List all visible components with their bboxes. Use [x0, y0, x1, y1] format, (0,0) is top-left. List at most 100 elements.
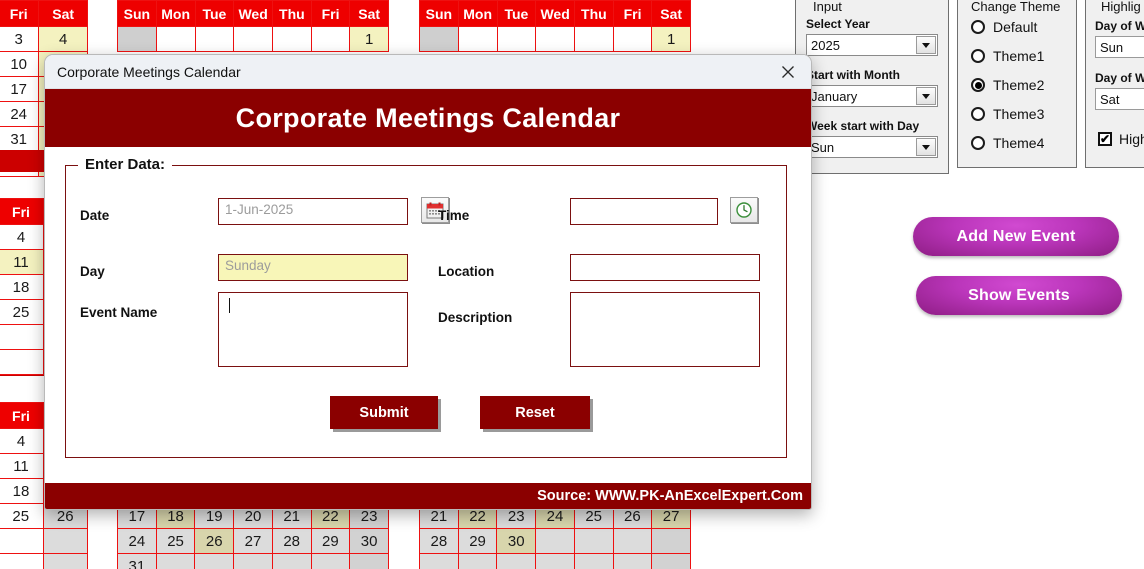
calendar-day-cell[interactable]: 25 — [0, 299, 44, 325]
start-month-value: January — [811, 89, 858, 104]
radio-icon[interactable] — [971, 107, 985, 121]
week-start-dropdown[interactable]: Sun — [806, 136, 938, 158]
calendar-day-cell[interactable] — [496, 553, 537, 569]
calendar-day-cell[interactable]: 30 — [349, 528, 389, 554]
calendar-day-cell[interactable]: 17 — [0, 76, 40, 102]
calendar-day-cell[interactable] — [310, 26, 351, 52]
select-year-dropdown[interactable]: 2025 — [806, 34, 938, 56]
close-icon[interactable] — [771, 57, 805, 87]
calendar-header-cell: Fri — [612, 0, 653, 27]
chevron-down-icon[interactable] — [916, 87, 936, 105]
calendar-day-cell[interactable] — [0, 349, 44, 375]
calendar-day-cell[interactable] — [535, 553, 575, 569]
calendar-day-cell[interactable] — [194, 26, 235, 52]
calendar-day-cell[interactable] — [42, 553, 88, 569]
calendar-day-cell[interactable] — [573, 528, 614, 554]
calendar-day-cell[interactable]: 4 — [0, 224, 44, 250]
calendar-day-cell[interactable] — [419, 553, 459, 569]
calendar-day-cell[interactable] — [117, 26, 157, 52]
calendar-day-cell[interactable] — [651, 528, 691, 554]
calendar-day-cell[interactable] — [42, 528, 88, 554]
calendar-day-cell[interactable] — [194, 553, 235, 569]
theme-option-theme1[interactable]: Theme1 — [971, 48, 1044, 64]
calendar-day-cell[interactable] — [612, 553, 653, 569]
calendar-day-cell[interactable] — [612, 528, 653, 554]
calendar-day-cell[interactable] — [496, 26, 537, 52]
calendar-day-cell[interactable]: 18 — [0, 478, 44, 504]
calendar-day-cell[interactable]: 26 — [194, 528, 235, 554]
calendar-day-cell[interactable] — [651, 553, 691, 569]
calendar-top-middle: Sun Mon Tue Wed Thu Fri Sat 1 — [117, 0, 389, 52]
calendar-day-cell[interactable]: 30 — [496, 528, 537, 554]
submit-button[interactable]: Submit — [330, 396, 438, 429]
select-year-label: Select Year — [806, 17, 870, 31]
calendar-day-cell[interactable]: 4 — [0, 428, 44, 454]
calendar-day-cell[interactable]: 18 — [0, 274, 44, 300]
radio-icon[interactable] — [971, 49, 985, 63]
calendar-day-cell[interactable] — [0, 324, 44, 350]
calendar-day-cell[interactable]: 29 — [457, 528, 498, 554]
chevron-down-icon[interactable] — [916, 36, 936, 54]
highlight-checkbox-row[interactable]: ✔ High — [1098, 131, 1144, 147]
calendar-day-cell[interactable] — [271, 553, 312, 569]
radio-icon-selected[interactable] — [971, 78, 985, 92]
date-input[interactable]: 1-Jun-2025 — [218, 198, 408, 225]
radio-icon[interactable] — [971, 136, 985, 150]
calendar-day-cell[interactable]: 1 — [651, 26, 691, 52]
calendar-day-cell[interactable] — [535, 528, 575, 554]
checkbox-icon[interactable]: ✔ — [1098, 132, 1112, 146]
theme-option-theme3[interactable]: Theme3 — [971, 106, 1044, 122]
calendar-day-cell[interactable] — [0, 553, 44, 569]
calendar-day-cell[interactable] — [155, 26, 196, 52]
calendar-day-cell[interactable]: 1 — [349, 26, 389, 52]
calendar-day-cell[interactable]: 10 — [0, 51, 40, 77]
calendar-day-cell[interactable]: 28 — [419, 528, 459, 554]
theme-option-default[interactable]: Default — [971, 19, 1044, 35]
select-year-value: 2025 — [811, 38, 840, 53]
theme-option-label: Theme2 — [993, 77, 1045, 93]
calendar-day-cell[interactable]: 3 — [0, 26, 40, 52]
theme-option-theme4[interactable]: Theme4 — [971, 135, 1044, 151]
calendar-day-cell[interactable] — [574, 26, 614, 52]
calendar-day-cell[interactable] — [457, 26, 498, 52]
calendar-day-cell[interactable] — [535, 26, 576, 52]
radio-icon[interactable] — [971, 20, 985, 34]
calendar-day-cell[interactable]: 4 — [38, 26, 88, 52]
calendar-day-cell[interactable]: 31 — [117, 553, 157, 569]
calendar-day-cell[interactable] — [573, 553, 614, 569]
add-new-event-button[interactable]: Add New Event — [913, 217, 1119, 256]
time-input[interactable] — [570, 198, 718, 225]
calendar-day-cell[interactable]: 27 — [233, 528, 273, 554]
calendar-day-cell[interactable] — [155, 553, 196, 569]
calendar-day-cell[interactable]: 24 — [117, 528, 157, 554]
calendar-day-cell[interactable]: 24 — [0, 101, 40, 127]
highlight-day1-value[interactable]: Sun — [1095, 36, 1144, 58]
clock-icon[interactable] — [730, 197, 758, 223]
reset-button[interactable]: Reset — [480, 396, 590, 429]
calendar-day-cell[interactable]: 31 — [0, 126, 40, 152]
theme-option-theme2[interactable]: Theme2 — [971, 77, 1044, 93]
calendar-day-cell[interactable]: 25 — [155, 528, 196, 554]
calendar-day-cell[interactable] — [457, 553, 498, 569]
calendar-day-cell[interactable]: 11 — [0, 453, 44, 479]
calendar-day-cell[interactable] — [310, 553, 351, 569]
calendar-day-cell[interactable] — [612, 26, 653, 52]
calendar-day-cell[interactable]: 11 — [0, 249, 44, 275]
show-events-button[interactable]: Show Events — [916, 276, 1122, 315]
start-month-dropdown[interactable]: January — [806, 85, 938, 107]
calendar-day-cell[interactable]: 29 — [310, 528, 351, 554]
calendar-day-cell[interactable] — [233, 553, 273, 569]
event-name-input[interactable] — [218, 292, 408, 367]
calendar-day-cell[interactable] — [349, 553, 389, 569]
calendar-day-cell[interactable] — [233, 26, 274, 52]
location-input[interactable] — [570, 254, 760, 281]
highlight-day2-value[interactable]: Sat — [1095, 88, 1144, 110]
chevron-down-icon[interactable] — [916, 138, 936, 156]
calendar-day-cell[interactable] — [419, 26, 459, 52]
calendar-day-cell[interactable] — [272, 26, 312, 52]
description-input[interactable] — [570, 292, 760, 367]
calendar-day-cell[interactable] — [0, 528, 44, 554]
calendar-day-cell[interactable]: 28 — [271, 528, 312, 554]
calendar-day-cell[interactable]: 25 — [0, 503, 44, 529]
time-label: Time — [438, 208, 470, 223]
